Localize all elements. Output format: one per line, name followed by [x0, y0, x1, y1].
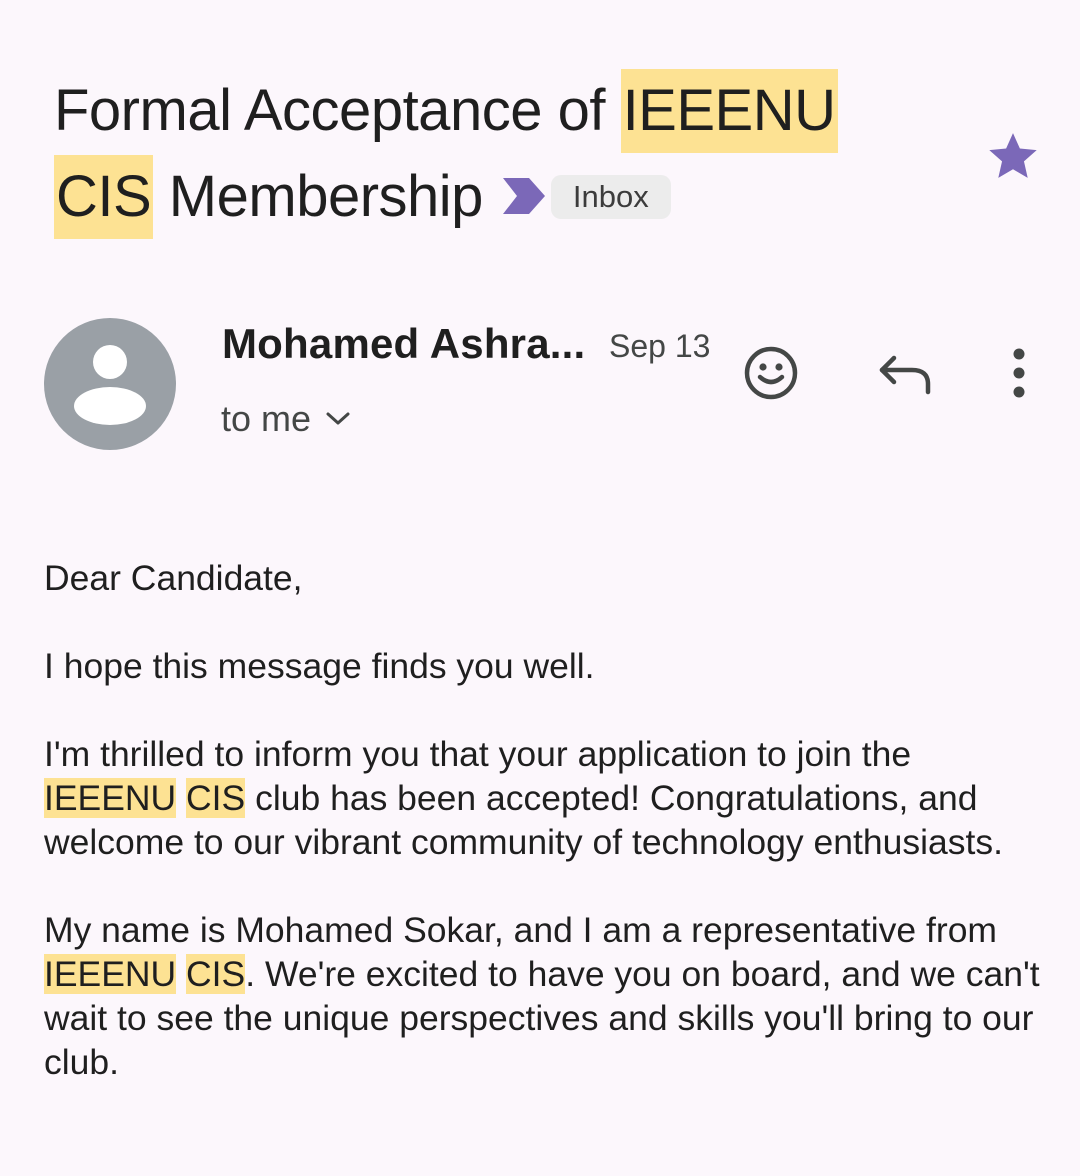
body-paragraph: I hope this message finds you well. [44, 646, 595, 686]
body-paragraph: My name is Mohamed Sokar, and I am a rep… [44, 908, 1044, 1084]
important-marker-icon[interactable] [501, 154, 547, 240]
inbox-label-chip[interactable]: Inbox [550, 174, 671, 219]
recipient-text: to me [221, 398, 312, 439]
body-text: I'm thrilled to inform you that your app… [44, 734, 912, 774]
email-body: Dear Candidate, I hope this message find… [44, 556, 1044, 1128]
search-highlight: CIS [186, 954, 246, 994]
subject-highlight: CIS [54, 155, 154, 239]
reply-icon[interactable] [876, 350, 934, 403]
search-highlight: IEEENU [44, 954, 177, 994]
sender-name[interactable]: Mohamed Ashra... [222, 320, 585, 368]
subject-highlight: IEEENU [620, 69, 838, 153]
chevron-down-icon [311, 398, 351, 439]
avatar-icon[interactable] [44, 318, 176, 455]
email-date: Sep 13 [609, 328, 711, 364]
greeting: Dear Candidate, [44, 558, 303, 598]
emoji-reaction-icon[interactable] [742, 344, 800, 407]
body-text: My name is Mohamed Sokar, and I am a rep… [44, 910, 998, 950]
star-icon[interactable] [984, 128, 1042, 189]
body-paragraph: I'm thrilled to inform you that your app… [44, 732, 1044, 864]
more-vert-icon[interactable] [1004, 346, 1034, 405]
recipient-details-toggle[interactable]: to me [221, 398, 351, 440]
email-subject: Formal Acceptance of IEEENU CIS Membershi… [54, 68, 954, 240]
search-highlight: IEEENU [44, 778, 177, 818]
subject-text: Membership [153, 164, 484, 229]
subject-text: Formal Acceptance of [54, 78, 621, 143]
search-highlight: CIS [186, 778, 246, 818]
